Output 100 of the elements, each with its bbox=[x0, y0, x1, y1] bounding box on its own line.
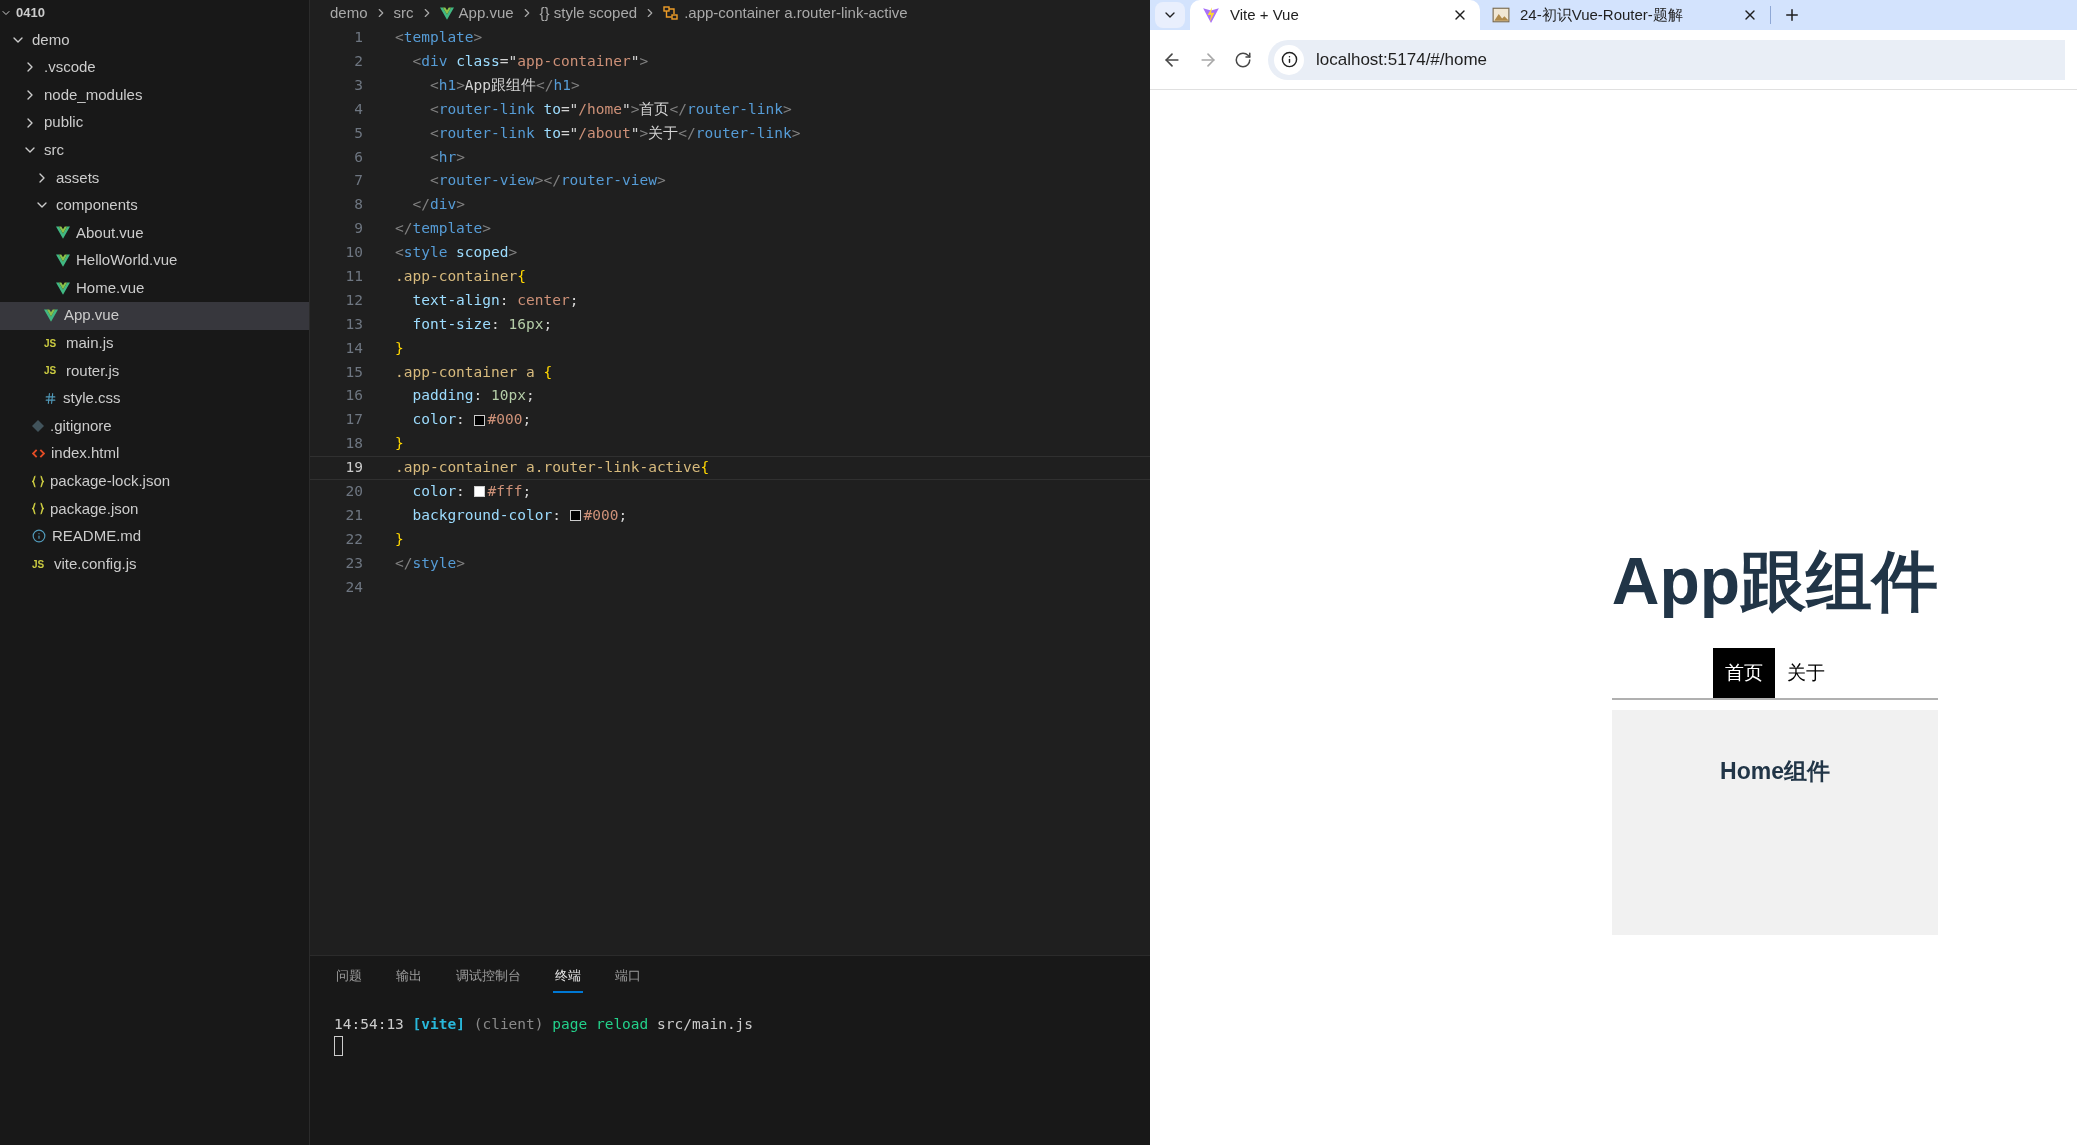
file-name: Home.vue bbox=[76, 277, 145, 298]
tab-title: Vite + Vue bbox=[1230, 4, 1300, 25]
js-icon: JS bbox=[44, 363, 60, 379]
line-number: 22 bbox=[344, 529, 364, 549]
file-name: public bbox=[44, 112, 84, 133]
file-name: .gitignore bbox=[50, 415, 112, 436]
tree-item[interactable]: .gitignore bbox=[0, 412, 309, 440]
lightning-icon bbox=[1202, 6, 1220, 24]
tree-item[interactable]: JS main.js bbox=[0, 329, 309, 358]
file-name: src bbox=[44, 139, 64, 160]
breadcrumb-item[interactable]: .app-container a.router-link-active bbox=[684, 1, 908, 25]
code-line: </template> bbox=[395, 219, 492, 239]
nav-link[interactable]: 关于 bbox=[1775, 648, 1837, 698]
file-name: style.css bbox=[63, 388, 121, 409]
tree-item[interactable]: assets bbox=[0, 163, 309, 192]
file-name: README.md bbox=[52, 526, 142, 547]
code-line: <hr> bbox=[428, 147, 465, 167]
braces-icon bbox=[32, 474, 44, 488]
braces-icon bbox=[32, 502, 44, 516]
vue-icon bbox=[439, 6, 454, 20]
line-number: 6 bbox=[353, 147, 364, 167]
code-line: background-color: #000; bbox=[411, 505, 628, 525]
image-icon bbox=[1492, 6, 1510, 24]
file-name: node_modules bbox=[44, 84, 143, 105]
line-number: 7 bbox=[353, 171, 364, 191]
code-line: </div> bbox=[411, 195, 465, 215]
code-line: </style> bbox=[395, 553, 465, 573]
code-line: text-align: center; bbox=[411, 290, 579, 310]
tree-item[interactable]: Home.vue bbox=[0, 274, 309, 302]
code-line: <router-link to="/about">关于</router-link> bbox=[428, 123, 801, 143]
tree-item[interactable]: JS vite.config.js bbox=[0, 550, 309, 578]
file-name: package.json bbox=[50, 498, 139, 519]
file-name: main.js bbox=[66, 333, 114, 354]
line-number: 23 bbox=[344, 553, 364, 573]
vue-icon bbox=[56, 254, 70, 268]
code-line: } bbox=[395, 434, 404, 454]
code-line: } bbox=[395, 529, 404, 549]
reload-icon[interactable] bbox=[1234, 50, 1252, 69]
tab-search-button[interactable] bbox=[1155, 2, 1185, 28]
file-name: HelloWorld.vue bbox=[76, 250, 178, 271]
tree-item[interactable]: JS router.js bbox=[0, 357, 309, 385]
tab-title: 24-初识Vue-Router-题解 bbox=[1520, 4, 1684, 25]
tree-item[interactable]: components bbox=[0, 191, 309, 220]
line-number: 1 bbox=[353, 28, 364, 48]
tree-item[interactable]: .vscode bbox=[0, 53, 309, 82]
breadcrumb-item[interactable]: {} style scoped bbox=[539, 1, 638, 25]
nav-link[interactable]: 首页 bbox=[1713, 648, 1775, 698]
tree-item[interactable]: index.html bbox=[0, 439, 309, 468]
line-number: 11 bbox=[344, 266, 364, 286]
panel-tab[interactable]: 终端 bbox=[553, 966, 583, 993]
code-line: .app-container a { bbox=[395, 362, 553, 382]
file-name: vite.config.js bbox=[54, 553, 137, 574]
panel-tab[interactable]: 调试控制台 bbox=[454, 966, 523, 993]
tree-item[interactable]: package.json bbox=[0, 495, 309, 523]
tree-item[interactable]: About.vue bbox=[0, 219, 309, 247]
browser-tab[interactable]: Vite + Vue bbox=[1190, 0, 1480, 30]
tree-item[interactable]: public bbox=[0, 108, 309, 137]
line-number: 13 bbox=[344, 314, 364, 334]
url-text: localhost:5174/#/home bbox=[1316, 48, 1488, 71]
line-number: 5 bbox=[353, 123, 364, 143]
new-tab-icon[interactable] bbox=[1783, 6, 1801, 24]
vue-icon bbox=[56, 281, 70, 295]
view-heading: Home组件 bbox=[1720, 757, 1830, 786]
line-number: 14 bbox=[344, 338, 364, 358]
code-icon bbox=[32, 448, 45, 460]
panel-tab[interactable]: 端口 bbox=[613, 966, 643, 993]
panel-tab[interactable]: 问题 bbox=[334, 966, 364, 993]
code-line: <style scoped> bbox=[395, 243, 518, 263]
info-icon[interactable] bbox=[1280, 51, 1298, 68]
code-line: } bbox=[395, 338, 404, 358]
panel-tab[interactable]: 输出 bbox=[394, 966, 424, 993]
breadcrumb-item[interactable]: src bbox=[393, 1, 414, 25]
line-number: 9 bbox=[353, 219, 364, 239]
code-line: .app-container a.router-link-active{ bbox=[395, 458, 710, 478]
tree-item[interactable]: App.vue bbox=[0, 301, 309, 330]
code-line: padding: 10px; bbox=[411, 386, 535, 406]
tree-item[interactable]: HelloWorld.vue bbox=[0, 246, 309, 275]
file-name: demo bbox=[32, 29, 70, 50]
tree-item[interactable]: 0410 bbox=[0, 0, 309, 26]
terminal-line: 14:54:13 [vite] (client) page reload src/main.js bbox=[334, 1015, 755, 1034]
address-bar[interactable]: localhost:5174/#/home bbox=[1268, 39, 2065, 80]
info-icon bbox=[32, 529, 46, 544]
breadcrumb-item[interactable]: App.vue bbox=[458, 1, 514, 25]
tree-item[interactable]: package-lock.json bbox=[0, 467, 309, 496]
tree-item[interactable]: node_modules bbox=[0, 81, 309, 109]
tree-item[interactable]: src bbox=[0, 136, 309, 164]
tree-item[interactable]: README.md bbox=[0, 522, 309, 551]
line-number: 12 bbox=[344, 290, 364, 310]
line-number: 3 bbox=[353, 75, 364, 95]
tree-item[interactable]: demo bbox=[0, 26, 309, 54]
line-number: 21 bbox=[344, 505, 364, 525]
file-name: components bbox=[56, 195, 138, 216]
line-number: 10 bbox=[344, 243, 364, 263]
code-line: <router-view></router-view> bbox=[428, 171, 666, 191]
file-name: About.vue bbox=[76, 222, 144, 243]
tree-item[interactable]: style.css bbox=[0, 384, 309, 413]
breadcrumb-item[interactable]: demo bbox=[330, 1, 368, 25]
code-line: <router-link to="/home">首页</router-link> bbox=[428, 99, 792, 119]
js-icon: JS bbox=[32, 556, 48, 572]
line-number: 19 bbox=[344, 458, 364, 478]
